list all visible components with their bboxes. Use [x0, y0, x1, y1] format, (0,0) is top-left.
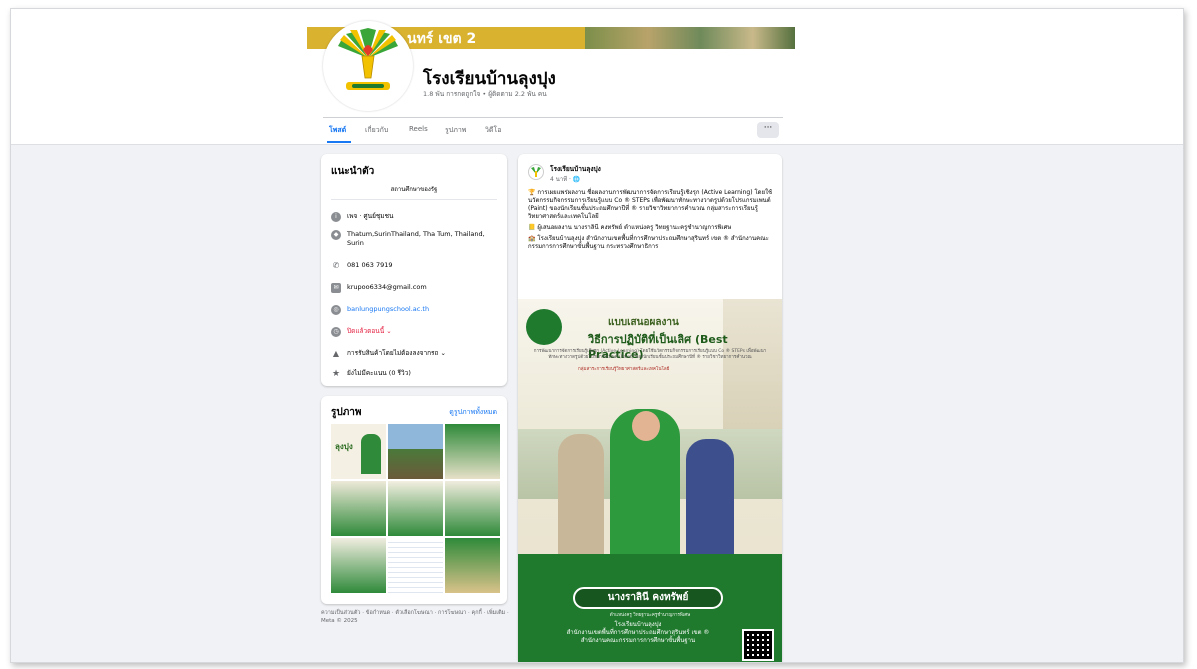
photo-thumbnail[interactable] — [445, 481, 500, 536]
post-author-avatar[interactable] — [528, 164, 544, 180]
poster-face — [632, 411, 660, 441]
poster-presenter-role: ตำแหน่งครู วิทยฐานะครูชำนาญการพิเศษ — [609, 613, 691, 618]
phone-icon: ✆ — [332, 261, 340, 270]
photo-thumbnail[interactable] — [388, 481, 443, 536]
post-paragraph: 🏆 การเผยแพร่ผลงาน ชื่อผลงานการพัฒนาการจั… — [528, 189, 773, 220]
thumbnail-figure — [361, 434, 381, 474]
browser-frame: นทร์ เขต 2 โรงเรียนบ้านลุงปุง 1.8 พัน กา… — [10, 8, 1184, 663]
photo-thumbnail[interactable] — [331, 538, 386, 593]
post-image[interactable]: แบบเสนอผลงาน วิธีการปฏิบัติที่เป็นเลิศ (… — [518, 299, 782, 662]
tab-reels[interactable]: Reels — [409, 125, 428, 133]
poster-presenter-name: นางราลินี คงทรัพย์ — [573, 587, 723, 609]
tab-videos[interactable]: วิดีโอ — [485, 125, 501, 136]
post-paragraph: 🏫 โรงเรียนบ้านลุงปุง สำนักงานเขตพื้นที่ก… — [528, 235, 769, 250]
qr-code-icon — [742, 629, 774, 661]
poster-footer-line: สำนักงานคณะกรรมการการศึกษาขั้นพื้นฐาน — [580, 637, 696, 644]
intro-row-text: krupoo6334@gmail.com — [347, 283, 427, 291]
footer-links[interactable]: ความเป็นส่วนตัว · ข้อกำหนด · ตัวเลือกโฆษ… — [321, 609, 511, 625]
divider — [331, 199, 497, 200]
star-icon: ★ — [331, 369, 341, 379]
photo-thumbnail[interactable] — [388, 538, 443, 593]
intro-row-text: การรับสินค้าโดยไม่ต้องลงจากรถ ⌄ — [347, 349, 446, 357]
photos-title: รูปภาพ — [331, 407, 362, 418]
post-timestamp[interactable]: 4 นาที · 🌐 — [550, 174, 580, 184]
see-all-photos-link[interactable]: ดูรูปภาพทั้งหมด — [449, 407, 497, 418]
post-body: 🏆 การเผยแพร่ผลงาน ชื่อผลงานการพัฒนาการจั… — [528, 189, 776, 254]
page-stats[interactable]: 1.8 พัน การกดถูกใจ • ผู้ติดตาม 2.2 พัน ค… — [423, 89, 547, 99]
more-options-button[interactable]: ··· — [757, 122, 779, 138]
location-icon: ◆ — [331, 230, 341, 240]
poster-footer-line: สำนักงานเขตพื้นที่การศึกษาประถมศึกษาสุริ… — [566, 629, 710, 636]
info-icon: i — [331, 212, 341, 222]
poster-person-right — [686, 439, 734, 569]
poster-description: การพัฒนาการจัดการเรียนรู้เชิงรุก (Active… — [533, 349, 767, 360]
poster-statue — [723, 299, 782, 449]
cover-text: นทร์ เขต 2 — [407, 31, 477, 47]
intro-row-text: ปิดแล้วตอนนี้ ⌄ — [347, 327, 392, 335]
thumbnail-text: ลุงปุง — [335, 442, 353, 451]
photo-thumbnail[interactable] — [445, 424, 500, 479]
cover-image — [585, 27, 795, 49]
tab-about[interactable]: เกี่ยวกับ — [365, 125, 388, 136]
profile-picture[interactable] — [323, 21, 413, 111]
website-link[interactable]: banlungpungschool.ac.th — [347, 305, 499, 314]
clock-icon: ◷ — [331, 327, 341, 337]
tab-posts[interactable]: โพสต์ — [329, 125, 346, 136]
school-logo-icon — [338, 28, 398, 90]
poster-logo-icon — [526, 309, 562, 345]
tab-photos[interactable]: รูปภาพ — [445, 125, 466, 136]
globe-icon: ◎ — [331, 305, 341, 315]
intro-row-text: เพจ · ศูนย์ชุมชน — [347, 212, 394, 220]
page-tabs: โพสต์ เกี่ยวกับ Reels รูปภาพ วิดีโอ ··· — [323, 117, 783, 143]
poster-heading: แบบเสนอผลงาน — [608, 317, 679, 328]
post-author-name[interactable]: โรงเรียนบ้านลุงปุง — [550, 164, 601, 174]
photo-thumbnail[interactable] — [331, 481, 386, 536]
photo-thumbnail[interactable]: ลุงปุง — [331, 424, 386, 479]
poster-footer: โรงเรียนบ้านลุงปุง สำนักงานเขตพื้นที่การ… — [528, 621, 748, 645]
poster-group: กลุ่มสาระการเรียนรู้วิทยาศาสตร์และเทคโนโ… — [578, 367, 670, 372]
poster-person-left — [558, 434, 604, 569]
intro-row-text: ยังไม่มีคะแนน (0 รีวิว) — [347, 369, 411, 377]
photo-thumbnail[interactable] — [388, 424, 443, 479]
post-card: โรงเรียนบ้านลุงปุง 4 นาที · 🌐 🏆 การเผยแพ… — [518, 154, 782, 662]
intro-title: แนะนำตัว — [331, 166, 375, 177]
post-paragraph: 📒 ผู้เสนอผลงาน นางราลินี คงทรัพย์ ตำแหน่… — [528, 224, 732, 231]
intro-row-text: Thatum,SurinThailand, Tha Tum, Thailand,… — [347, 230, 485, 247]
email-icon: ✉ — [331, 283, 341, 293]
intro-category: สถานศึกษาของรัฐ — [390, 186, 438, 193]
photos-card: รูปภาพ ดูรูปภาพทั้งหมด ลุงปุง — [321, 396, 507, 604]
delivery-icon: ▲ — [332, 349, 340, 358]
page-title: โรงเรียนบ้านลุงปุง — [423, 69, 556, 89]
school-logo-icon — [531, 167, 541, 177]
active-tab-indicator — [327, 141, 351, 143]
intro-row-text: 081 063 7919 — [347, 261, 393, 269]
intro-card: แนะนำตัว สถานศึกษาของรัฐ i เพจ · ศูนย์ชุ… — [321, 154, 507, 386]
photo-thumbnail[interactable] — [445, 538, 500, 593]
poster-footer-line: โรงเรียนบ้านลุงปุง — [614, 621, 662, 628]
